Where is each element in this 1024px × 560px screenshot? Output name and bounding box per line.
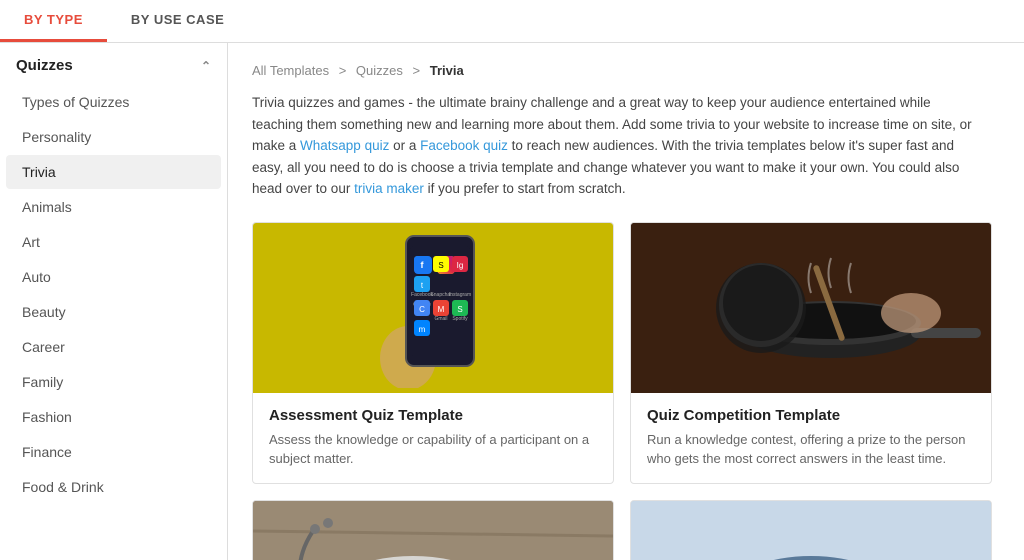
desc-text-2: or a: [389, 138, 420, 153]
card-health[interactable]: [252, 500, 614, 560]
sidebar-item-auto[interactable]: Auto: [6, 260, 221, 294]
card-quiz-competition-title: Quiz Competition Template: [647, 407, 975, 424]
facebook-quiz-link[interactable]: Facebook quiz: [420, 138, 508, 153]
card-assessment-quiz[interactable]: f 👻 f: [252, 222, 614, 484]
sidebar-item-art[interactable]: Art: [6, 225, 221, 259]
sidebar-item-trivia[interactable]: Trivia: [6, 155, 221, 189]
cards-grid: f 👻 f: [252, 222, 992, 560]
breadcrumb: All Templates > Quizzes > Trivia: [252, 63, 1000, 78]
card-quiz-competition-body: Quiz Competition Template Run a knowledg…: [631, 393, 991, 483]
sidebar-item-beauty[interactable]: Beauty: [6, 295, 221, 329]
card-quiz-competition-desc: Run a knowledge contest, offering a priz…: [647, 430, 975, 469]
card-quiz-competition-image: [631, 223, 991, 393]
breadcrumb-quizzes[interactable]: Quizzes: [356, 63, 403, 78]
chevron-up-icon: ⌃: [201, 59, 211, 73]
page-description: Trivia quizzes and games - the ultimate …: [252, 92, 972, 200]
svg-text:m: m: [419, 325, 426, 334]
card-assessment-quiz-title: Assessment Quiz Template: [269, 407, 597, 424]
card-assessment-quiz-image: f 👻 f: [253, 223, 613, 393]
sidebar-section-quizzes[interactable]: Quizzes ⌃: [0, 43, 227, 84]
layout: Quizzes ⌃ Types of Quizzes Personality T…: [0, 43, 1024, 560]
breadcrumb-sep-2: >: [413, 63, 421, 78]
breadcrumb-current: Trivia: [430, 63, 464, 78]
main-content: All Templates > Quizzes > Trivia Trivia …: [228, 43, 1024, 560]
card-health-image: [253, 501, 613, 560]
card-car[interactable]: [630, 500, 992, 560]
card-quiz-competition[interactable]: Quiz Competition Template Run a knowledg…: [630, 222, 992, 484]
sidebar-section-label: Quizzes: [16, 57, 73, 74]
tab-by-type[interactable]: BY TYPE: [0, 0, 107, 42]
sidebar-item-personality[interactable]: Personality: [6, 120, 221, 154]
svg-text:Spotify: Spotify: [452, 316, 468, 322]
trivia-maker-link[interactable]: trivia maker: [354, 181, 424, 196]
card-car-image: [631, 501, 991, 560]
health-svg: [253, 501, 613, 560]
svg-text:S: S: [457, 305, 462, 314]
svg-text:Ig: Ig: [457, 261, 464, 270]
svg-text:M: M: [438, 305, 445, 314]
breadcrumb-sep-1: >: [339, 63, 347, 78]
sidebar-item-types-of-quizzes[interactable]: Types of Quizzes: [6, 85, 221, 119]
sidebar-item-food-drink[interactable]: Food & Drink: [6, 470, 221, 504]
sidebar-item-fashion[interactable]: Fashion: [6, 400, 221, 434]
sidebar-item-career[interactable]: Career: [6, 330, 221, 364]
tab-by-use-case[interactable]: BY USE CASE: [107, 0, 248, 42]
svg-text:C: C: [419, 305, 425, 314]
card-assessment-quiz-body: Assessment Quiz Template Assess the know…: [253, 393, 613, 483]
whatsapp-quiz-link[interactable]: Whatsapp quiz: [300, 138, 389, 153]
sidebar-item-family[interactable]: Family: [6, 365, 221, 399]
card-assessment-quiz-desc: Assess the knowledge or capability of a …: [269, 430, 597, 469]
breadcrumb-all-templates[interactable]: All Templates: [252, 63, 329, 78]
sidebar: Quizzes ⌃ Types of Quizzes Personality T…: [0, 43, 228, 560]
cooking-svg: [631, 223, 991, 393]
top-nav: BY TYPE BY USE CASE: [0, 0, 1024, 43]
svg-text:Instagram: Instagram: [449, 292, 471, 298]
car-svg: [631, 501, 991, 560]
sidebar-item-animals[interactable]: Animals: [6, 190, 221, 224]
phone-svg: f 👻 f: [378, 228, 488, 388]
svg-text:Gmail: Gmail: [434, 316, 447, 322]
sidebar-item-finance[interactable]: Finance: [6, 435, 221, 469]
svg-text:S: S: [438, 261, 443, 270]
desc-text-4: if you prefer to start from scratch.: [424, 181, 626, 196]
